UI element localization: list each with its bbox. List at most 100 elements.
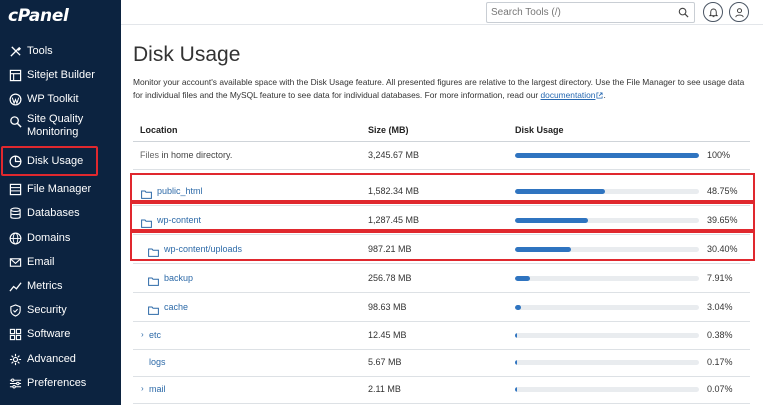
files-suffix: in home directory. bbox=[159, 150, 233, 160]
sidebar-item-site-quality[interactable]: Site Quality Monitoring bbox=[0, 110, 121, 142]
folder-icon bbox=[148, 302, 159, 315]
usage-bar-fill bbox=[515, 276, 530, 281]
usage-bar bbox=[515, 387, 699, 392]
sidebar-item-label: Metrics bbox=[27, 280, 63, 292]
usage-percent: 0.07% bbox=[707, 384, 733, 394]
column-size[interactable]: Size (MB) bbox=[368, 125, 409, 135]
cpanel-logo[interactable]: cPanel bbox=[8, 6, 69, 26]
size-value: 5.67 MB bbox=[368, 357, 402, 367]
documentation-link[interactable]: documentation bbox=[541, 90, 596, 100]
column-location[interactable]: Location bbox=[140, 125, 178, 135]
location-name[interactable]: cache bbox=[164, 302, 188, 312]
sidebar-item-label: Advanced bbox=[27, 353, 76, 365]
size-value: 256.78 MB bbox=[368, 273, 412, 283]
wordpress-icon bbox=[8, 92, 22, 106]
sidebar-item-label: Email bbox=[27, 256, 55, 268]
tools-icon bbox=[8, 44, 22, 58]
sitejet-icon bbox=[8, 68, 22, 82]
table-row: Files in home directory. 3,245.67 MB 100% bbox=[133, 142, 750, 170]
location-name[interactable]: etc bbox=[149, 330, 161, 340]
sidebar-item-metrics[interactable]: Metrics bbox=[0, 274, 121, 298]
sidebar-item-label: File Manager bbox=[27, 183, 92, 195]
search-quality-icon bbox=[8, 114, 22, 128]
preferences-icon bbox=[8, 376, 22, 390]
sidebar-item-tools[interactable]: Tools bbox=[0, 39, 121, 63]
highlight-box bbox=[130, 202, 755, 231]
sidebar-item-security[interactable]: Security bbox=[0, 298, 121, 322]
table-header: Location Size (MB) Disk Usage bbox=[133, 122, 750, 142]
sidebar: cPanel Tools Sitejet Builder WP Toolkit … bbox=[0, 0, 121, 405]
search-input[interactable] bbox=[491, 5, 671, 20]
location-name[interactable]: mail bbox=[149, 384, 166, 394]
size-value: 2.11 MB bbox=[368, 384, 401, 394]
expand-caret-icon[interactable]: › bbox=[141, 330, 144, 339]
sidebar-item-domains[interactable]: Domains bbox=[0, 226, 121, 250]
sidebar-item-sitejet[interactable]: Sitejet Builder bbox=[0, 63, 121, 87]
table-row: › etc 12.45 MB 0.38% bbox=[133, 322, 750, 350]
usage-bar-fill bbox=[515, 333, 518, 338]
sidebar-item-label: Sitejet Builder bbox=[27, 69, 95, 81]
globe-icon bbox=[8, 231, 22, 245]
usage-bar-fill bbox=[515, 360, 518, 365]
page-description: Monitor your account's available space w… bbox=[133, 76, 753, 101]
size-value: 98.63 MB bbox=[368, 302, 407, 312]
notifications-button[interactable] bbox=[703, 2, 723, 22]
location-name: Files in home directory. bbox=[140, 150, 232, 160]
page-title: Disk Usage bbox=[133, 43, 241, 66]
location-name[interactable]: backup bbox=[164, 273, 193, 283]
user-account-button[interactable] bbox=[729, 2, 749, 22]
user-icon bbox=[734, 7, 744, 17]
sidebar-item-email[interactable]: Email bbox=[0, 250, 121, 274]
sidebar-item-label: Software bbox=[27, 328, 71, 340]
usage-percent: 7.91% bbox=[707, 273, 733, 283]
disk-usage-highlight-box bbox=[1, 146, 98, 176]
main-content: Disk Usage Monitor your account's availa… bbox=[121, 26, 763, 405]
table-row: › mail 2.11 MB 0.07% bbox=[133, 376, 750, 404]
sidebar-item-label: Security bbox=[27, 304, 67, 316]
usage-bar-fill bbox=[515, 387, 518, 392]
bell-icon bbox=[708, 8, 718, 17]
size-value: 12.45 MB bbox=[368, 330, 407, 340]
highlight-box bbox=[130, 173, 755, 202]
usage-bar bbox=[515, 360, 699, 365]
usage-percent: 0.38% bbox=[707, 330, 733, 340]
usage-bar-fill bbox=[515, 305, 521, 310]
sidebar-item-label: Site Quality Monitoring bbox=[27, 113, 84, 138]
sidebar-item-databases[interactable]: Databases bbox=[0, 201, 121, 225]
usage-percent: 3.04% bbox=[707, 302, 733, 312]
sidebar-item-software[interactable]: Software bbox=[0, 322, 121, 346]
description-text: Monitor your account's available space w… bbox=[133, 77, 745, 100]
search-tools-box[interactable] bbox=[486, 2, 695, 23]
metrics-icon bbox=[8, 279, 22, 293]
expand-caret-icon[interactable]: › bbox=[141, 384, 144, 393]
sidebar-item-label: Tools bbox=[27, 45, 53, 57]
usage-bar bbox=[515, 305, 699, 310]
location-name[interactable]: logs bbox=[149, 357, 166, 367]
files-prefix: Files bbox=[140, 150, 160, 160]
top-bar bbox=[121, 0, 763, 25]
sidebar-item-preferences[interactable]: Preferences bbox=[0, 371, 121, 395]
software-icon bbox=[8, 327, 22, 341]
folder-icon bbox=[148, 273, 159, 286]
table-row: logs 5.67 MB 0.17% bbox=[133, 349, 750, 377]
usage-bar bbox=[515, 333, 699, 338]
database-icon bbox=[8, 206, 22, 220]
sidebar-item-file-manager[interactable]: File Manager bbox=[0, 177, 121, 201]
usage-bar bbox=[515, 153, 699, 158]
description-end: . bbox=[603, 89, 606, 100]
highlight-box bbox=[130, 231, 755, 261]
sidebar-item-label: Domains bbox=[27, 232, 71, 244]
shield-icon bbox=[8, 303, 22, 317]
advanced-icon bbox=[8, 352, 22, 366]
usage-bar bbox=[515, 276, 699, 281]
sidebar-item-wp-toolkit[interactable]: WP Toolkit bbox=[0, 87, 121, 111]
column-disk-usage[interactable]: Disk Usage bbox=[515, 125, 564, 135]
usage-percent: 100% bbox=[707, 150, 731, 160]
sidebar-item-label: Databases bbox=[27, 207, 80, 219]
file-manager-icon bbox=[8, 182, 22, 196]
search-icon[interactable] bbox=[678, 7, 689, 18]
usage-bar-fill bbox=[515, 153, 699, 158]
sidebar-item-advanced[interactable]: Advanced bbox=[0, 347, 121, 371]
envelope-icon bbox=[8, 255, 22, 269]
sidebar-item-label: Preferences bbox=[27, 377, 87, 389]
